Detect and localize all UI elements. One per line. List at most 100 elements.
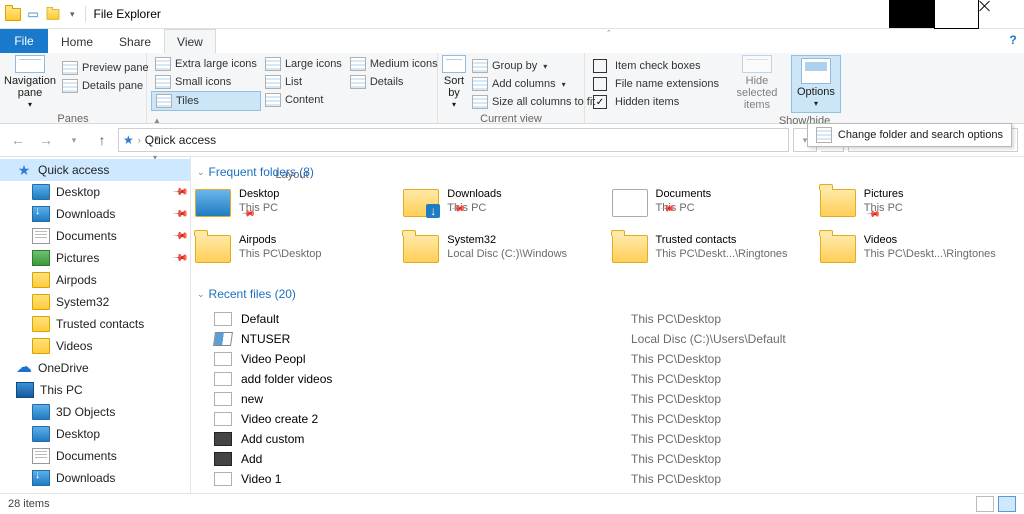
nav-item-documents[interactable]: Documents📌 [0, 225, 190, 247]
nav-item-desktop[interactable]: Desktop📌 [0, 181, 190, 203]
tab-share[interactable]: Share [106, 29, 164, 53]
recent-file-row[interactable]: NTUSERLocal Disc (C:)\Users\Default [195, 329, 1020, 349]
layout-tiles[interactable]: Tiles [151, 91, 261, 111]
maximize-button[interactable] [934, 0, 979, 28]
layout-scroll-down-icon[interactable]: ▼ [153, 134, 161, 143]
group-by-button[interactable]: Group by▾ [468, 57, 599, 75]
nav-item-system32[interactable]: System32 [0, 291, 190, 313]
layout-large[interactable]: Large icons [261, 55, 346, 73]
quick-access-toolbar: ▭ ▾ [0, 5, 85, 23]
ribbon-collapse-icon[interactable]: ˆ [601, 29, 616, 53]
options-tooltip: Change folder and search options [807, 123, 1012, 147]
tile-name: Trusted contacts [656, 233, 788, 247]
tile-airpods[interactable]: AirpodsThis PC\Desktop [195, 233, 395, 273]
recent-files-header[interactable]: ⌄Recent files (20) [197, 287, 1020, 301]
sort-by-button[interactable]: Sort by▾ [442, 55, 466, 111]
nav-item-airpods[interactable]: Airpods [0, 269, 190, 291]
layout-details[interactable]: Details [346, 73, 442, 91]
quick-access-icon: ★ [123, 133, 134, 147]
tile-downloads[interactable]: DownloadsThis PC📌 [403, 187, 603, 227]
item-checkboxes-toggle[interactable]: Item check boxes [589, 57, 723, 75]
tile-documents[interactable]: DocumentsThis PC📌 [612, 187, 812, 227]
file-icon [213, 311, 233, 327]
recent-file-row[interactable]: Add customThis PC\Desktop [195, 429, 1020, 449]
nav-item-downloads[interactable]: Downloads 📌 [0, 203, 190, 225]
tile-name: Desktop [239, 187, 279, 201]
tile-pictures[interactable]: PicturesThis PC📌 [820, 187, 1020, 227]
recent-file-row[interactable]: newThis PC\Desktop [195, 389, 1020, 409]
hide-selected-button[interactable]: Hide selected items [725, 55, 789, 111]
details-pane-button[interactable]: Details pane [58, 77, 153, 95]
folder-icon [820, 233, 856, 265]
recent-file-row[interactable]: Video 1This PC\Desktop [195, 469, 1020, 489]
help-icon[interactable]: ? [1002, 29, 1024, 51]
navigation-pane-button[interactable]: Navigation pane▾ [4, 55, 56, 111]
tile-videos[interactable]: VideosThis PC\Deskt...\Ringtones [820, 233, 1020, 273]
nav-item-label: Downloads [56, 471, 115, 485]
nav-forward-button[interactable]: → [34, 128, 58, 152]
recent-file-row[interactable]: add folder videosThis PC\Desktop [195, 369, 1020, 389]
panes-group-label: Panes [0, 113, 146, 127]
file-icon [213, 371, 233, 387]
nav-up-button[interactable]: ↑ [90, 128, 114, 152]
layout-scroll-up-icon[interactable]: ▲ [153, 116, 161, 125]
close-button[interactable] [979, 0, 1024, 28]
qat-new-folder-icon[interactable] [44, 5, 62, 23]
nav-item-label: Downloads [56, 207, 115, 221]
cloud-icon: ☁ [16, 361, 32, 375]
content-pane[interactable]: ⌄Frequent folders (8) DesktopThis PC📌Dow… [191, 155, 1024, 494]
options-button[interactable]: ✔ Options▾ [791, 55, 841, 113]
recent-file-row[interactable]: Video PeoplThis PC\Desktop [195, 349, 1020, 369]
nav-back-button[interactable]: ← [6, 128, 30, 152]
tab-home[interactable]: Home [48, 29, 106, 53]
qat-customize-icon[interactable]: ▾ [64, 9, 81, 20]
tab-file[interactable]: File [0, 29, 48, 53]
folder-icon [195, 187, 231, 219]
layout-content[interactable]: Content [261, 91, 346, 109]
nav-item-quick-access[interactable]: ★Quick access [0, 159, 190, 181]
frequent-folders-header[interactable]: ⌄Frequent folders (8) [197, 165, 1020, 179]
nav-item-pictures[interactable]: Pictures📌 [0, 247, 190, 269]
pin-icon: 📌 [171, 250, 188, 267]
nav-item-documents[interactable]: Documents [0, 445, 190, 467]
qat-properties-icon[interactable]: ▭ [24, 5, 42, 23]
layout-list[interactable]: List [261, 73, 346, 91]
recent-file-name: add folder videos [241, 372, 631, 386]
size-columns-button[interactable]: Size all columns to fit [468, 93, 599, 111]
tile-trusted-contacts[interactable]: Trusted contactsThis PC\Deskt...\Rington… [612, 233, 812, 273]
layout-extra-large[interactable]: Extra large icons [151, 55, 261, 73]
nav-item-this-pc[interactable]: This PC [0, 379, 190, 401]
pin-icon: 📌 [171, 206, 188, 223]
recent-file-location: This PC\Desktop [631, 472, 721, 486]
layout-small[interactable]: Small icons [151, 73, 261, 91]
view-details-button[interactable] [976, 496, 994, 512]
recent-file-row[interactable]: Video create 2This PC\Desktop [195, 409, 1020, 429]
hidden-items-toggle[interactable]: ✓Hidden items [589, 93, 723, 111]
dl-icon [32, 206, 50, 222]
navigation-pane[interactable]: ★Quick accessDesktop📌Downloads📌Documents… [0, 155, 191, 494]
layout-medium[interactable]: Medium icons [346, 55, 442, 73]
nav-history-button[interactable]: ▾ [62, 128, 86, 152]
nav-item-trusted-contacts[interactable]: Trusted contacts [0, 313, 190, 335]
tile-system32[interactable]: System32Local Disc (C:)\Windows [403, 233, 603, 273]
tab-view[interactable]: View [164, 29, 216, 53]
nav-item-3d-objects[interactable]: 3D Objects [0, 401, 190, 423]
details-pane-icon [62, 79, 78, 93]
nav-item-label: Trusted contacts [56, 317, 144, 331]
folder-icon [32, 316, 50, 332]
checkbox-icon [593, 59, 607, 73]
add-columns-button[interactable]: Add columns▾ [468, 75, 599, 93]
preview-pane-button[interactable]: Preview pane [58, 59, 153, 77]
recent-file-location: Local Disc (C:)\Users\Default [631, 332, 786, 346]
nav-item-onedrive[interactable]: ☁OneDrive [0, 357, 190, 379]
nav-item-downloads[interactable]: Downloads [0, 467, 190, 489]
recent-file-row[interactable]: AddThis PC\Desktop [195, 449, 1020, 469]
tile-desktop[interactable]: DesktopThis PC📌 [195, 187, 395, 227]
current-view-group-label: Current view [438, 113, 584, 127]
minimize-button[interactable] [889, 0, 934, 28]
nav-item-desktop[interactable]: Desktop [0, 423, 190, 445]
file-extensions-toggle[interactable]: File name extensions [589, 75, 723, 93]
view-tiles-button[interactable] [998, 496, 1016, 512]
recent-file-row[interactable]: DefaultThis PC\Desktop [195, 309, 1020, 329]
nav-item-videos[interactable]: Videos [0, 335, 190, 357]
